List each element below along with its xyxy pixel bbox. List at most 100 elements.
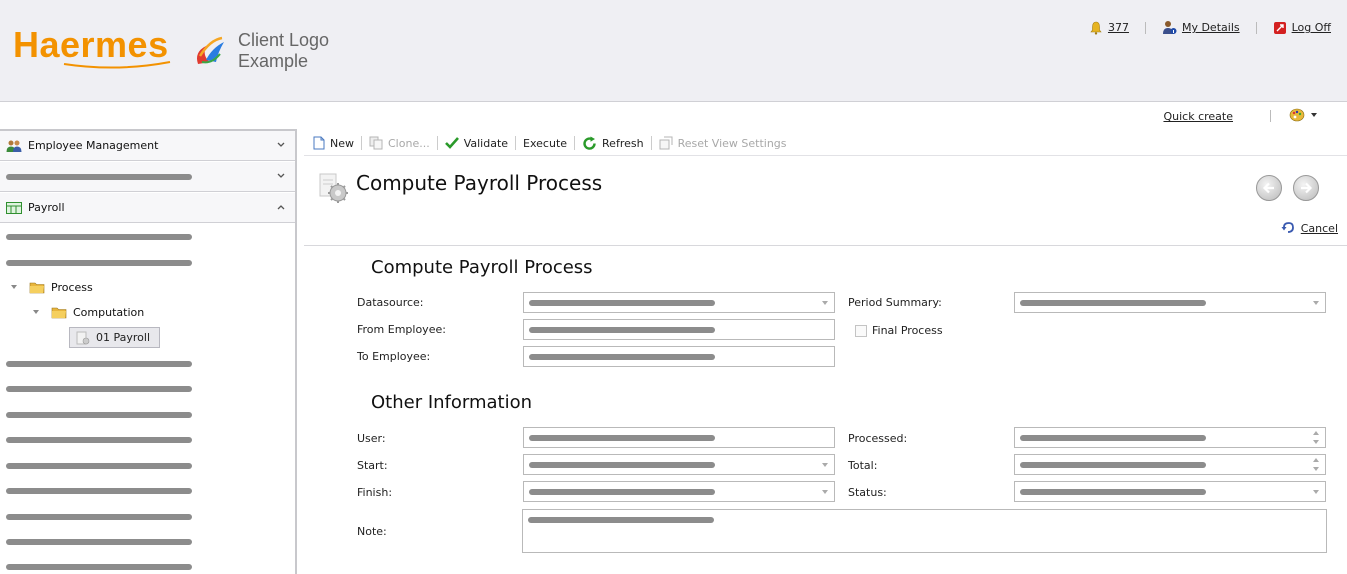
- tree-node-process[interactable]: Process: [11, 280, 93, 294]
- execute-button[interactable]: Execute: [520, 137, 570, 150]
- next-button[interactable]: [1293, 175, 1319, 201]
- my-details-link[interactable]: My Details: [1162, 20, 1240, 35]
- cancel-button[interactable]: Cancel: [1281, 221, 1338, 235]
- redacted-value: [1020, 462, 1206, 468]
- redacted-value: [529, 489, 715, 495]
- clone-icon: [369, 136, 383, 150]
- quick-create-link[interactable]: Quick create: [1163, 110, 1233, 123]
- final-process-checkbox[interactable]: [855, 325, 867, 337]
- note-textarea[interactable]: [522, 509, 1327, 553]
- start-select[interactable]: [523, 454, 835, 475]
- redacted-value: [528, 517, 714, 523]
- to-employee-label: To Employee:: [357, 350, 431, 363]
- validate-button[interactable]: Validate: [442, 137, 511, 150]
- validate-label: Validate: [463, 136, 509, 150]
- action-toolbar: New Clone... Validate Execute Refresh Re…: [304, 131, 1347, 156]
- new-label: New: [330, 136, 354, 150]
- notifications-count[interactable]: 377: [1108, 21, 1129, 34]
- redacted-nav-item[interactable]: [6, 412, 192, 418]
- previous-button[interactable]: [1256, 175, 1282, 201]
- user-field[interactable]: [523, 427, 835, 448]
- theme-menu-button[interactable]: [1289, 108, 1317, 122]
- cancel-label: Cancel: [1300, 221, 1338, 235]
- client-logo-line1: Client Logo: [238, 30, 330, 50]
- finish-label: Finish:: [357, 486, 393, 499]
- period-summary-select[interactable]: [1014, 292, 1326, 313]
- process-gear-icon: [319, 173, 348, 203]
- from-employee-field[interactable]: [523, 319, 835, 340]
- client-logo-line2: Example: [238, 51, 309, 71]
- divider: [1255, 21, 1257, 34]
- client-logo-text: Client Logo Example: [238, 30, 329, 72]
- log-off-link[interactable]: Log Off: [1273, 21, 1331, 35]
- refresh-label: Refresh: [602, 136, 644, 150]
- folder-icon: [29, 282, 45, 294]
- clone-button[interactable]: Clone...: [366, 136, 433, 150]
- my-details-label[interactable]: My Details: [1182, 21, 1240, 34]
- reset-view-settings-button[interactable]: Reset View Settings: [656, 136, 790, 150]
- tree-node-label: Computation: [73, 305, 145, 319]
- payroll-icon: [6, 201, 22, 214]
- total-numeric-field[interactable]: [1014, 454, 1326, 475]
- users-icon: [6, 140, 22, 152]
- redacted-nav-item[interactable]: [6, 386, 192, 392]
- redacted-value: [529, 435, 715, 441]
- new-button[interactable]: New: [310, 136, 357, 150]
- tree-node-01-payroll[interactable]: 01 Payroll: [69, 327, 160, 348]
- processed-label: Processed:: [848, 432, 908, 445]
- redacted-value: [529, 300, 715, 306]
- redacted-nav-item[interactable]: [6, 234, 192, 240]
- chevron-down-icon: [1313, 301, 1319, 305]
- datasource-select[interactable]: [523, 292, 835, 313]
- period-summary-label: Period Summary:: [848, 296, 942, 309]
- reset-view-label: Reset View Settings: [677, 136, 787, 150]
- redacted-value: [1020, 300, 1206, 306]
- total-label: Total:: [848, 459, 878, 472]
- redacted-nav-item[interactable]: [6, 361, 192, 367]
- bell-icon: [1090, 21, 1102, 35]
- redacted-value: [529, 462, 715, 468]
- sidebar-section-redacted[interactable]: [0, 162, 295, 192]
- refresh-button[interactable]: Refresh: [579, 136, 647, 151]
- chevron-down-icon: [822, 463, 828, 467]
- divider: [361, 136, 362, 150]
- sidebar-section-employee-management[interactable]: Employee Management: [0, 131, 295, 161]
- log-off-label[interactable]: Log Off: [1292, 21, 1331, 34]
- spinner-arrows-icon[interactable]: [1313, 458, 1320, 471]
- checkmark-icon: [444, 137, 459, 149]
- top-links: 377 My Details Log Off: [1089, 20, 1331, 35]
- undo-icon: [1281, 222, 1294, 233]
- divider: [304, 245, 1347, 246]
- tree-node-computation[interactable]: Computation: [33, 305, 144, 319]
- finish-select[interactable]: [523, 481, 835, 502]
- to-employee-field[interactable]: [523, 346, 835, 367]
- arrow-right-icon: [1301, 182, 1313, 194]
- redacted-nav-item[interactable]: [6, 514, 192, 520]
- redacted-nav-item[interactable]: [6, 437, 192, 443]
- employee-management-label: Employee Management: [28, 139, 159, 152]
- divider: [650, 136, 652, 150]
- spinner-arrows-icon[interactable]: [1313, 431, 1320, 444]
- processed-numeric-field[interactable]: [1014, 427, 1326, 448]
- expand-toggle-icon[interactable]: [33, 310, 39, 314]
- process-icon: [76, 331, 90, 344]
- redacted-nav-item[interactable]: [6, 564, 192, 570]
- divider: [515, 136, 517, 150]
- status-select[interactable]: [1014, 481, 1326, 502]
- divider: [1270, 110, 1271, 122]
- refresh-icon: [583, 136, 596, 150]
- main-content: Compute Payroll Process Cancel Compute P…: [304, 157, 1347, 574]
- section-title-other-information: Other Information: [371, 392, 533, 413]
- redacted-nav-item[interactable]: [6, 260, 192, 266]
- logo-swoosh-icon: [63, 61, 171, 69]
- notifications-link[interactable]: 377: [1089, 21, 1129, 35]
- chevron-down-icon: [1311, 113, 1317, 117]
- redacted-nav-item[interactable]: [6, 539, 192, 545]
- redacted-nav-item[interactable]: [6, 463, 192, 469]
- redacted-text: [6, 173, 192, 180]
- reset-view-icon: [659, 136, 673, 150]
- clone-label: Clone...: [388, 136, 430, 150]
- redacted-nav-item[interactable]: [6, 488, 192, 494]
- expand-toggle-icon[interactable]: [11, 285, 17, 289]
- sidebar-section-payroll[interactable]: Payroll: [0, 193, 295, 223]
